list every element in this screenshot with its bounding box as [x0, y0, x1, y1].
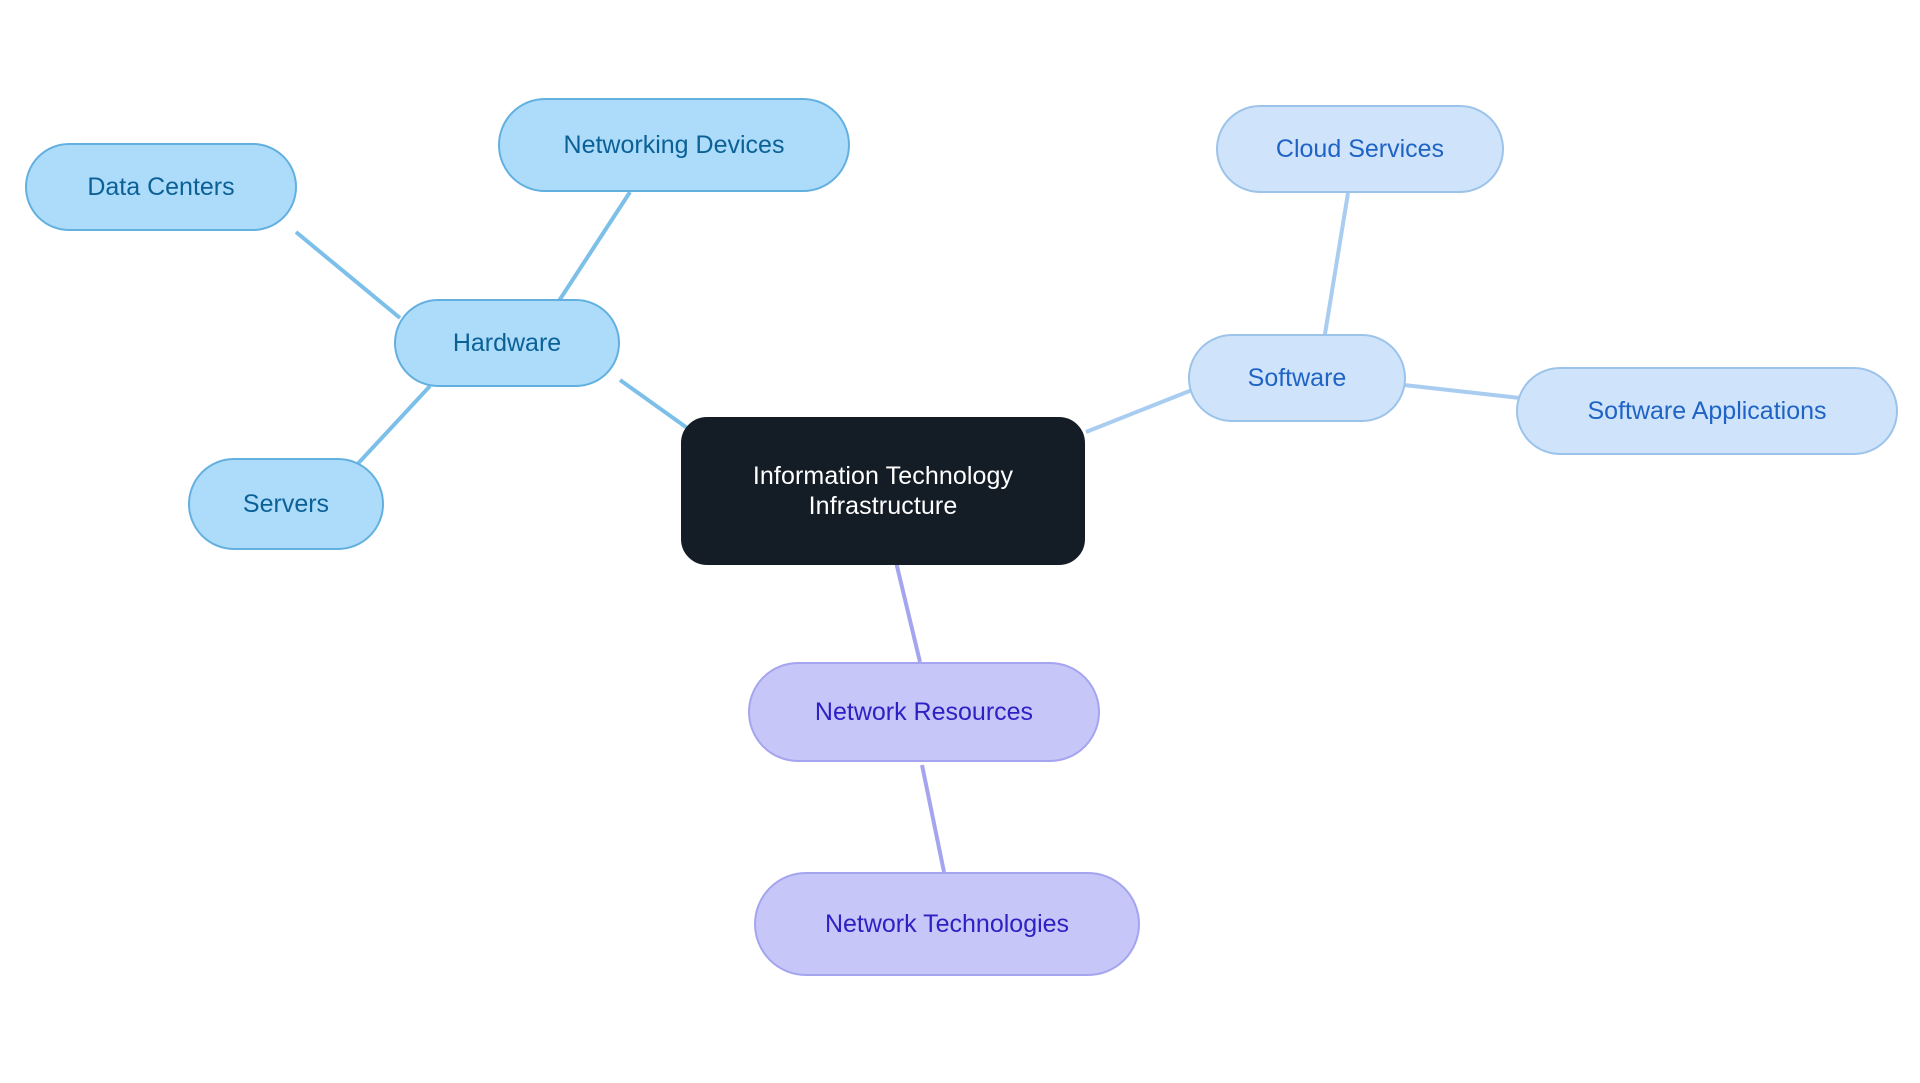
- node-hardware[interactable]: Hardware: [394, 299, 620, 387]
- node-servers[interactable]: Servers: [188, 458, 384, 550]
- edge-root-hardware: [618, 378, 692, 432]
- edge-root-network-resources: [894, 561, 922, 663]
- node-data-centers[interactable]: Data Centers: [25, 143, 297, 231]
- node-software-applications[interactable]: Software Applications: [1516, 367, 1898, 455]
- edge-root-software: [1085, 388, 1193, 434]
- edge-software-software-applications: [1403, 383, 1521, 400]
- node-network-resources[interactable]: Network Resources: [748, 662, 1100, 762]
- edge-software-cloud-services: [1322, 192, 1350, 341]
- mindmap-canvas: Information Technology Infrastructure Ha…: [0, 0, 1920, 1083]
- edge-hardware-data-centers: [294, 230, 402, 320]
- node-root[interactable]: Information Technology Infrastructure: [681, 417, 1085, 565]
- node-network-technologies[interactable]: Network Technologies: [754, 872, 1140, 976]
- edge-hardware-servers: [350, 384, 432, 472]
- node-software[interactable]: Software: [1188, 334, 1406, 422]
- node-networking-devices[interactable]: Networking Devices: [498, 98, 850, 192]
- edge-hardware-networking-devices: [551, 190, 632, 312]
- edge-network-resources-network-technologies: [920, 764, 946, 873]
- node-cloud-services[interactable]: Cloud Services: [1216, 105, 1504, 193]
